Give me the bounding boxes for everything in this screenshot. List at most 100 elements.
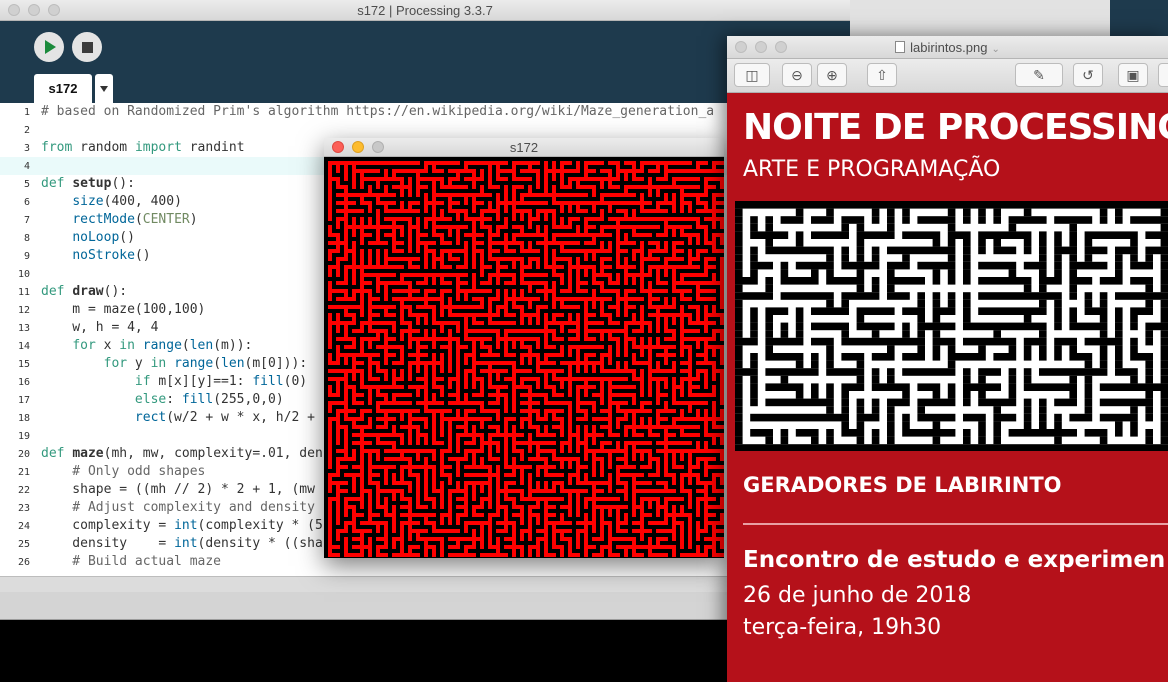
sidebar-button[interactable]: ◫ [734,63,770,87]
maze-wall [580,461,592,465]
maze-wall [1160,398,1168,407]
maze-wall [548,461,560,465]
chevron-down-icon[interactable]: ⌄ [991,44,999,55]
maze-wall [628,377,632,381]
toolbox-button[interactable]: ▣ [1118,63,1148,87]
maze-wall [1084,254,1093,262]
code-line[interactable]: 1 # based on Randomized Prim's algorithm … [0,103,850,121]
maze-wall [735,360,743,369]
maze-wall [508,197,512,201]
maze-wall [372,529,376,533]
maze-wall [436,373,456,377]
maze-wall [620,349,624,353]
maze-wall [708,509,724,513]
run-button[interactable] [34,32,64,62]
maze-wall [540,445,560,449]
maze-wall [644,385,648,389]
console-divider[interactable] [0,576,850,592]
maze-wall [1145,254,1153,262]
maze-wall [452,341,456,345]
maze-wall [668,429,680,433]
maze-wall [644,501,648,505]
stop-button[interactable] [72,32,102,62]
maze-wall [348,401,352,405]
maze-wall [476,317,488,321]
maze-wall [716,277,720,281]
maze-wall [404,417,408,421]
maze-wall [540,225,544,229]
maze-wall [500,425,504,429]
maze-wall [644,433,648,437]
maze-wall [1160,391,1168,399]
maze-wall [428,541,440,545]
zoom-in-button[interactable]: ⊕ [817,63,847,87]
maze-wall [708,401,712,405]
maze-wall [556,209,560,213]
maze-wall [716,421,724,425]
tab-s172[interactable]: s172 [34,74,92,103]
maze-wall [340,325,344,329]
maze-wall [795,208,804,217]
maze-wall [468,497,472,501]
maze-wall [856,360,865,369]
maze-wall [364,549,368,553]
maze-wall [676,545,680,549]
maze-wall [348,449,352,453]
maze-wall [684,537,688,541]
maze-wall [708,445,724,449]
more-button[interactable] [1158,63,1168,87]
maze-wall [811,337,834,346]
maze-wall [380,453,400,457]
maze-wall [388,189,400,193]
maze-wall [917,413,956,422]
maze-wall [452,449,456,453]
maze-wall [332,457,336,461]
maze-wall [660,361,664,365]
maze-wall [364,345,368,349]
maze-wall [580,225,584,229]
code-line[interactable]: 2 [0,121,850,139]
maze-wall [572,277,576,281]
maze-wall [660,273,664,277]
maze-wall [324,545,328,549]
maze-wall [340,553,344,557]
maze-wall [324,201,328,205]
maze-wall [1084,299,1093,308]
maze-wall [516,213,520,217]
maze-wall [902,307,925,315]
code-text: noLoop() [72,230,135,245]
maze-wall [324,313,328,317]
zoom-out-button[interactable]: ⊖ [782,63,812,87]
maze-wall [604,509,608,513]
markup-button[interactable]: ✎ [1015,63,1063,87]
tab-menu-button[interactable] [95,74,113,103]
maze-wall [700,465,704,469]
maze-wall [388,185,392,189]
share-button[interactable]: ⇧ [867,63,897,87]
maze-wall [644,537,648,541]
maze-wall [372,289,376,293]
maze-wall [668,465,672,469]
maze-wall [524,457,528,461]
maze-wall [963,254,971,262]
maze-wall [516,541,536,545]
maze-wall [692,253,696,257]
maze-wall [476,277,488,281]
maze-wall [332,445,344,449]
maze-wall [452,361,456,365]
maze-wall [324,181,328,185]
maze-wall [532,317,536,321]
maze-wall [348,333,376,337]
maze-wall [492,165,496,169]
maze-wall [564,217,568,221]
maze-wall [612,473,616,477]
maze-wall [692,493,704,497]
maze-wall [444,369,448,373]
maze-wall [380,185,384,189]
maze-wall [580,533,584,537]
rotate-button[interactable]: ↺ [1073,63,1103,87]
maze-wall [332,517,336,521]
maze-wall [1039,406,1047,414]
maze-wall [588,365,592,369]
maze-wall [436,333,448,337]
